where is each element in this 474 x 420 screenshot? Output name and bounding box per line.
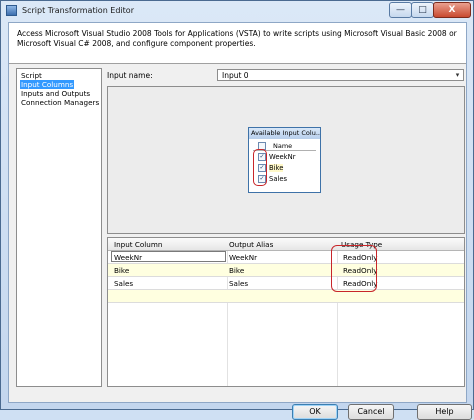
title-bar[interactable]: Script Transformation Editor — □ X [1,1,473,21]
nav-item-inputs-and-outputs[interactable]: Inputs and Outputs [20,89,91,98]
chevron-down-icon[interactable]: ▾ [452,70,463,80]
grid-header: Input Column Output Alias Usage Type [108,238,464,251]
input-column-cell[interactable]: WeekNr [114,253,142,262]
script-transformation-editor-window: Script Transformation Editor — □ X Acces… [0,0,474,420]
available-columns-title: Available Input Colu... [249,128,320,139]
window-title: Script Transformation Editor [22,6,134,15]
name-column-header: Name [273,142,293,150]
header-output-alias: Output Alias [229,240,274,249]
input-name-select[interactable]: Input 0 ▾ [217,69,464,81]
ok-button[interactable]: OK [292,404,338,420]
output-alias-cell[interactable]: Sales [229,279,248,288]
app-icon [6,5,17,16]
grid-row-bike[interactable]: Bike Bike ReadOnly [108,264,464,277]
input-column-cell[interactable]: Sales [114,279,133,288]
column-name: Sales [269,175,288,183]
grid-row-sales[interactable]: Sales Sales ReadOnly [108,277,464,290]
page-list: Script Input Columns Inputs and Outputs … [16,68,102,387]
column-name: Bike [269,164,284,172]
grid-new-row[interactable] [108,290,464,303]
input-columns-grid[interactable]: Input Column Output Alias Usage Type Wee… [107,237,465,387]
nav-item-script[interactable]: Script [20,71,43,80]
cancel-button[interactable]: Cancel [348,404,394,420]
output-alias-cell[interactable]: Bike [229,266,244,275]
maximize-button[interactable]: □ [411,2,434,18]
input-name-value: Input 0 [222,71,249,80]
close-button[interactable]: X [433,2,471,18]
nav-item-input-columns[interactable]: Input Columns [20,80,75,89]
available-columns-canvas: Available Input Colu... Name ✓ WeekNr ✓ … [107,86,465,234]
usage-type-highlight-annotation [331,245,377,292]
column-name: WeekNr [269,153,296,161]
minimize-button[interactable]: — [389,2,412,18]
description-text: Access Microsoft Visual Studio 2008 Tool… [17,29,457,48]
input-name-label: Input name: [107,71,153,80]
output-alias-cell[interactable]: WeekNr [229,253,257,262]
description-panel: Access Microsoft Visual Studio 2008 Tool… [9,23,466,64]
grid-row-weeknr[interactable]: WeekNr WeekNr ReadOnly [108,251,464,264]
checkbox-highlight-annotation [253,149,267,186]
dialog-client: Access Microsoft Visual Studio 2008 Tool… [8,22,472,420]
help-button[interactable]: Help [417,404,472,420]
input-column-cell[interactable]: Bike [114,266,129,275]
nav-item-connection-managers[interactable]: Connection Managers [20,98,100,107]
header-input-column: Input Column [114,240,163,249]
